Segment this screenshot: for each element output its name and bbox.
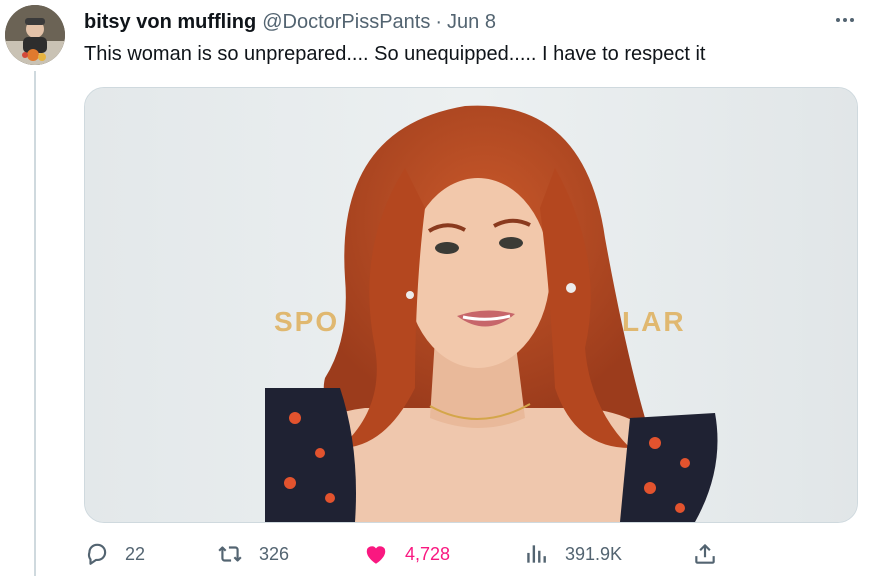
heart-filled-icon bbox=[366, 546, 386, 564]
thread-connector-line bbox=[34, 71, 36, 576]
retweet-icon bbox=[218, 546, 242, 562]
avatar[interactable] bbox=[5, 5, 65, 65]
share-upload-icon bbox=[695, 544, 715, 564]
avatar-image bbox=[5, 5, 65, 65]
display-name[interactable]: bitsy von muffling bbox=[84, 11, 256, 34]
tweet-media-image[interactable]: SPO LAR bbox=[84, 87, 858, 523]
tweet-actions-bar: 22 326 4,728 391.9K bbox=[84, 536, 724, 572]
like-count: 4,728 bbox=[405, 543, 451, 564]
reply-bubble-icon bbox=[87, 543, 107, 565]
header-separator: · bbox=[435, 10, 443, 33]
tweet-date[interactable]: Jun 8 bbox=[447, 11, 496, 34]
share-button[interactable] bbox=[692, 536, 718, 572]
backdrop-text-right: LAR bbox=[622, 306, 686, 337]
user-handle[interactable]: @DoctorPissPants bbox=[262, 11, 430, 34]
retweet-button[interactable]: 326 bbox=[216, 536, 289, 572]
analytics-bars-icon bbox=[527, 545, 546, 563]
reply-button[interactable]: 22 bbox=[84, 536, 145, 572]
media-photo: SPO LAR bbox=[85, 88, 857, 522]
tweet-text: This woman is so unprepared.... So unequ… bbox=[84, 43, 706, 65]
like-button[interactable]: 4,728 bbox=[362, 536, 450, 572]
tweet-header: bitsy von muffling @DoctorPissPants · Ju… bbox=[84, 8, 496, 36]
more-dots-icon bbox=[836, 18, 854, 22]
more-options-button[interactable] bbox=[833, 10, 857, 30]
retweet-count: 326 bbox=[259, 543, 290, 564]
views-button[interactable]: 391.9K bbox=[524, 536, 622, 572]
views-count: 391.9K bbox=[565, 543, 623, 564]
reply-count: 22 bbox=[125, 543, 146, 564]
backdrop-text-left: SPO bbox=[274, 306, 339, 337]
